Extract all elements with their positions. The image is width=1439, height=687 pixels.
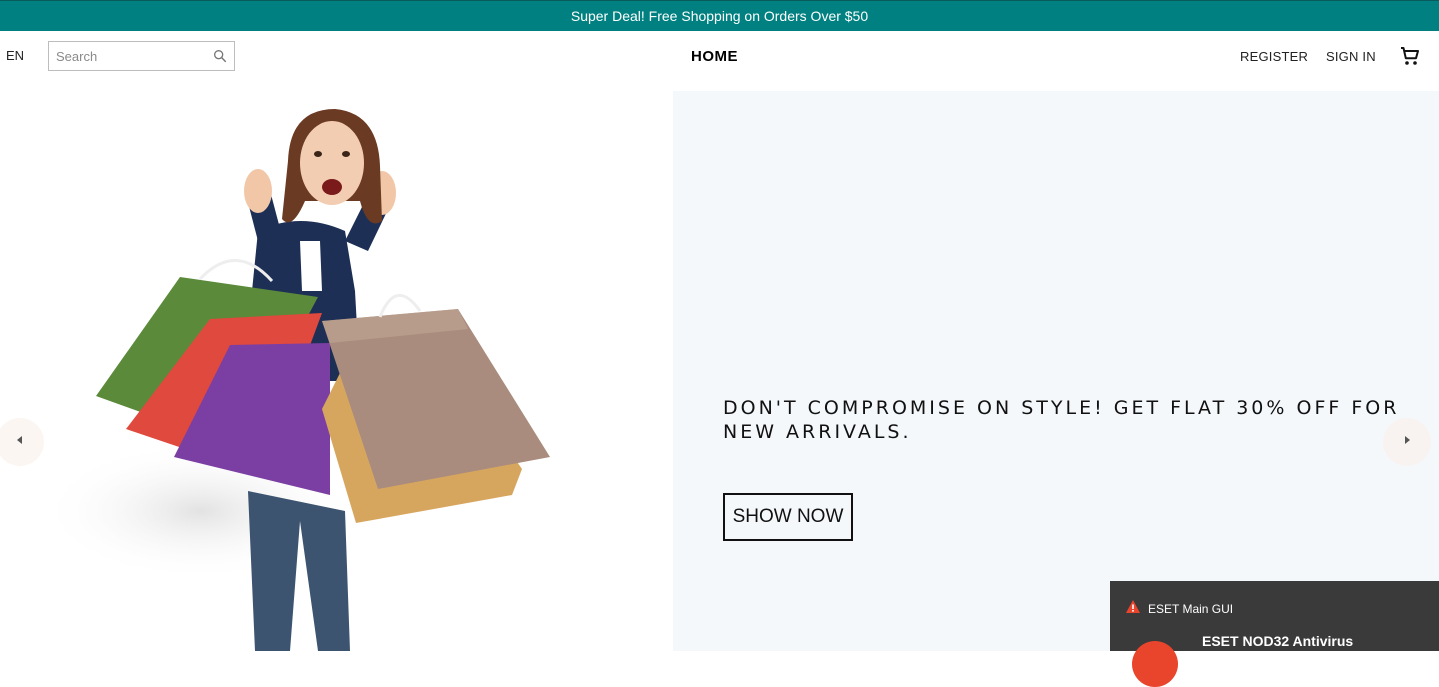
caret-left-icon [14, 433, 26, 451]
announcement-text: Super Deal! Free Shopping on Orders Over… [570, 8, 869, 24]
search-box [48, 41, 235, 71]
eset-notification[interactable]: ESET Main GUI ESET NOD32 Antivirus [1110, 581, 1439, 687]
caret-right-icon [1401, 433, 1413, 451]
register-link[interactable]: REGISTER [1240, 49, 1308, 64]
sign-in-link[interactable]: SIGN IN [1326, 49, 1376, 64]
search-icon[interactable] [212, 48, 228, 64]
site-logo[interactable]: HOME [691, 48, 738, 65]
warning-icon [1125, 599, 1141, 618]
show-now-button[interactable]: SHOW NOW [723, 493, 853, 541]
navbar: EN HOME REGISTER SIGN IN [0, 31, 1439, 91]
announcement-bar: Super Deal! Free Shopping on Orders Over… [0, 0, 1439, 31]
notification-app-name: ESET Main GUI [1148, 601, 1234, 616]
notification-title: ESET NOD32 Antivirus [1202, 633, 1354, 649]
eset-logo-icon [1132, 641, 1178, 687]
slider-next-button[interactable] [1383, 418, 1431, 466]
language-selector[interactable]: EN [6, 48, 24, 63]
hero-info-panel: DON'T COMPROMISE ON STYLE! GET FLAT 30% … [673, 91, 1439, 651]
hero-headline: DON'T COMPROMISE ON STYLE! GET FLAT 30% … [723, 397, 1400, 443]
hero-slider: DON'T COMPROMISE ON STYLE! GET FLAT 30% … [0, 91, 1439, 651]
hero-image [0, 91, 673, 651]
notification-header: ESET Main GUI [1125, 599, 1233, 618]
search-input[interactable] [49, 42, 199, 70]
cart-icon[interactable] [1398, 44, 1422, 68]
